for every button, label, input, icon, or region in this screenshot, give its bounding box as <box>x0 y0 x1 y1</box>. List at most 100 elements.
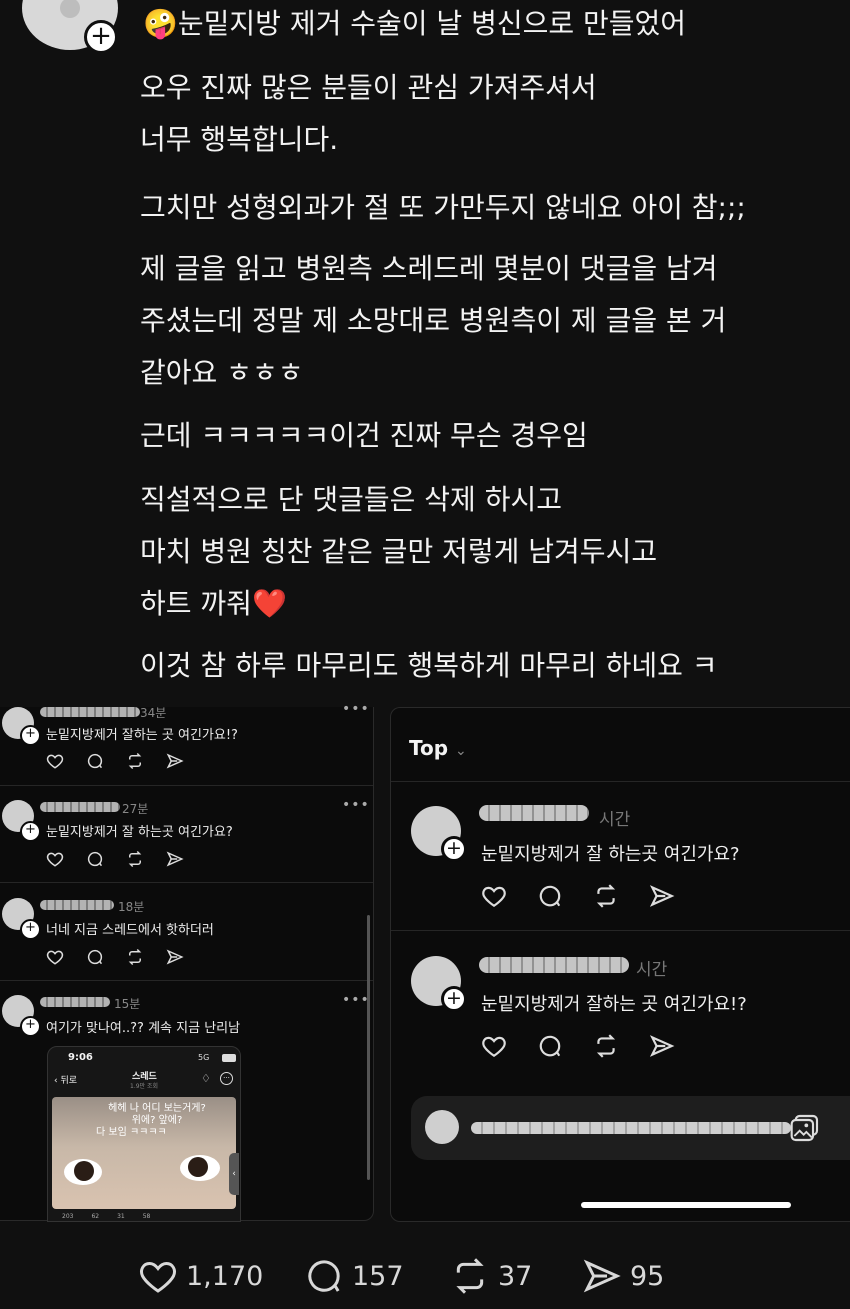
repost-icon[interactable] <box>126 752 144 770</box>
home-indicator <box>581 1202 791 1208</box>
repost-icon[interactable] <box>593 883 619 909</box>
paragraph-1: 오우 진짜 많은 분들이 관심 가져주셔서 너무 행복합니다. <box>140 62 597 166</box>
post-title: 🤪눈밑지방 제거 수술이 날 병신으로 만들었어 <box>143 2 686 42</box>
paragraph-line: 그치만 성형외과가 절 또 가만두지 않네요 아이 참;;; <box>140 191 746 224</box>
comment-icon[interactable] <box>304 1256 344 1296</box>
paragraph-line: 주셨는데 정말 제 소망대로 병원측이 제 글을 본 거 <box>140 304 727 337</box>
comment-text: 여기가 맞나여..?? 계속 지금 난리남 <box>46 1021 241 1036</box>
reply-input[interactable] <box>411 1096 850 1160</box>
blurred-reply-placeholder <box>471 1122 791 1134</box>
heart-icon[interactable] <box>46 948 64 966</box>
divider <box>391 930 850 931</box>
comment-icon[interactable] <box>86 752 104 770</box>
follow-plus-icon[interactable]: + <box>84 20 118 54</box>
share-icon[interactable] <box>649 1033 675 1059</box>
paragraph-5: 직설적으로 단 댓글들은 삭제 하시고 마치 병원 칭찬 같은 글만 저렇게 남… <box>140 474 657 630</box>
comment-time: 34분 <box>140 706 167 720</box>
comment-icon[interactable] <box>86 948 104 966</box>
paragraph-line: 직설적으로 단 댓글들은 삭제 하시고 <box>140 483 563 516</box>
collapse-handle-icon[interactable]: ‹ <box>229 1153 239 1195</box>
title-emoji: 🤪 <box>143 7 178 40</box>
comment-time: 시간 <box>599 810 631 830</box>
paragraph-line: 오우 진짜 많은 분들이 관심 가져주셔서 <box>140 71 597 104</box>
repost-metric[interactable]: 37 <box>450 1256 532 1296</box>
paragraph-line: 근데 ㅋㅋㅋㅋㅋ이건 진짜 무슨 경우임 <box>140 419 588 452</box>
bell-icon[interactable]: ♢ <box>201 1072 211 1085</box>
share-metric[interactable]: 95 <box>582 1256 664 1296</box>
paragraph-4: 근데 ㅋㅋㅋㅋㅋ이건 진짜 무슨 경우임 <box>140 410 588 462</box>
more-icon[interactable]: ••• <box>342 992 370 1008</box>
embed-count: 62 <box>91 1213 100 1220</box>
blurred-username <box>40 997 110 1007</box>
paragraph-line: 마치 병원 칭찬 같은 글만 저렇게 남겨두시고 <box>140 535 658 568</box>
reply-metric[interactable]: 157 <box>304 1256 404 1296</box>
overlay-line: 헤헤 나 어디 보는거게? <box>108 1103 206 1114</box>
left-scrollbar[interactable] <box>367 915 370 1180</box>
share-icon[interactable] <box>166 948 184 966</box>
share-icon[interactable] <box>166 752 184 770</box>
plus-icon: + <box>20 821 41 842</box>
plus-icon: + <box>441 986 467 1012</box>
chevron-down-icon: ⌄ <box>455 743 467 759</box>
reply-count: 157 <box>352 1260 404 1292</box>
blurred-username <box>40 802 120 812</box>
comment-text: 너네 지금 스레드에서 핫하더러 <box>46 923 214 938</box>
status-clock: 9:06 <box>68 1052 93 1063</box>
share-icon[interactable] <box>649 883 675 909</box>
photo-face: 헤헤 나 어디 보는거게? 위에? 앞에? 다 보임 ㅋㅋㅋㅋ <box>52 1097 236 1209</box>
paragraph-line: 하트 까줘❤️ <box>140 587 287 620</box>
like-count: 1,170 <box>186 1260 264 1292</box>
more-circle-icon[interactable]: ··· <box>220 1072 233 1085</box>
heart-icon[interactable] <box>481 883 507 909</box>
comment-icon[interactable] <box>537 883 563 909</box>
more-icon[interactable]: ••• <box>342 701 370 717</box>
embed-count: 203 <box>62 1213 74 1220</box>
comment-icon[interactable] <box>537 1033 563 1059</box>
paragraph-line: 같아요 ㅎㅎㅎ <box>140 356 304 389</box>
right-screenshot: Top ⌄ + 시간 눈밑지방제거 잘 하는곳 여긴가요? + 시간 눈밑지방제… <box>390 707 850 1222</box>
photo-pupil-left <box>74 1161 94 1181</box>
divider <box>0 882 373 883</box>
status-signal: 5G <box>198 1053 210 1062</box>
comment-text: 눈밑지방제거 잘하는 곳 여긴가요!? <box>46 728 238 743</box>
paragraph-3: 제 글을 읽고 병원측 스레드레 몇분이 댓글을 남겨 주셨는데 정말 제 소망… <box>140 243 726 399</box>
comment-time: 15분 <box>114 997 141 1011</box>
sort-dropdown[interactable]: Top ⌄ <box>409 736 467 760</box>
plus-icon: + <box>441 836 467 862</box>
heart-icon[interactable] <box>46 850 64 868</box>
paragraph-6: 이것 참 하루 마무리도 행복하게 마무리 하네요 ㅋ <box>140 640 718 692</box>
divider <box>0 980 373 981</box>
back-label: 뒤로 <box>60 1076 78 1086</box>
like-metric[interactable]: 1,170 <box>138 1256 263 1296</box>
photo-pupil-right <box>188 1157 208 1177</box>
image-icon[interactable] <box>789 1112 821 1144</box>
comment-time: 18분 <box>118 900 145 914</box>
repost-count: 37 <box>498 1260 533 1292</box>
embed-count: 58 <box>142 1213 151 1220</box>
avatar-silhouette <box>60 0 80 18</box>
paragraph-line: 이것 참 하루 마무리도 행복하게 마무리 하네요 ㅋ <box>140 649 718 682</box>
share-icon[interactable] <box>166 850 184 868</box>
title-text: 눈밑지방 제거 수술이 날 병신으로 만들었어 <box>177 7 687 40</box>
divider <box>0 785 373 786</box>
repost-icon[interactable] <box>450 1256 490 1296</box>
plus-icon: + <box>20 919 41 940</box>
reply-avatar <box>425 1110 459 1144</box>
paragraph-2: 그치만 성형외과가 절 또 가만두지 않네요 아이 참;;; <box>140 182 746 234</box>
heart-icon[interactable] <box>481 1033 507 1059</box>
more-icon[interactable]: ••• <box>342 797 370 813</box>
plus-icon: + <box>20 725 41 746</box>
comment-icon[interactable] <box>86 850 104 868</box>
comment-time: 시간 <box>636 960 668 980</box>
heart-icon[interactable] <box>46 752 64 770</box>
repost-icon[interactable] <box>126 850 144 868</box>
plus-icon: + <box>20 1016 41 1037</box>
comment-time: 27분 <box>122 802 149 816</box>
repost-icon[interactable] <box>126 948 144 966</box>
back-button[interactable]: ‹ 뒤로 <box>54 1073 77 1086</box>
overlay-line: 위에? 앞에? <box>131 1115 183 1126</box>
heart-icon[interactable] <box>138 1256 178 1296</box>
share-icon[interactable] <box>582 1256 622 1296</box>
blurred-username <box>479 957 629 973</box>
repost-icon[interactable] <box>593 1033 619 1059</box>
